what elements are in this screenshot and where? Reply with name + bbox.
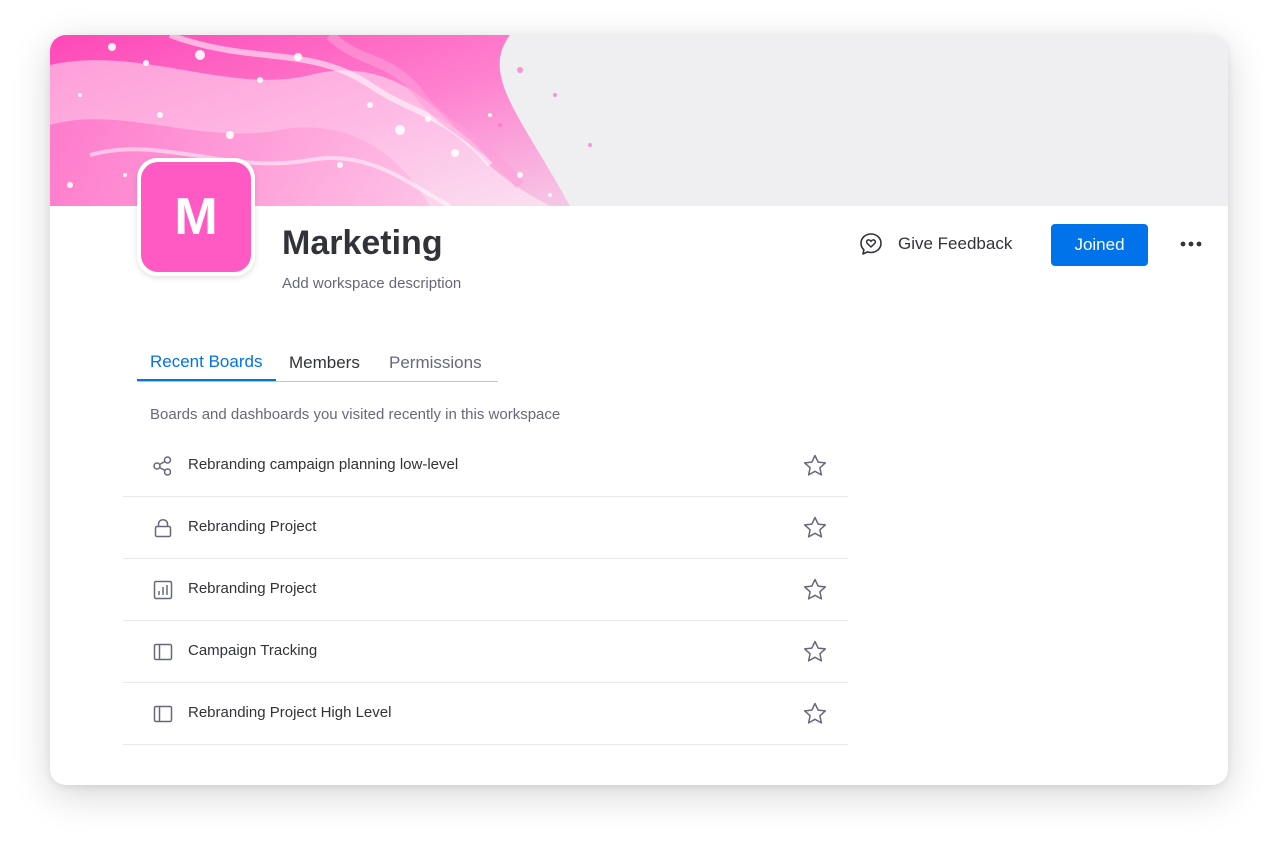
star-icon[interactable] <box>802 639 828 665</box>
board-row[interactable]: Rebranding Project High Level <box>123 683 848 745</box>
board-name: Rebranding Project <box>188 518 317 535</box>
dashboard-icon <box>152 579 174 601</box>
star-icon[interactable] <box>802 577 828 603</box>
tab-members[interactable]: Members <box>276 345 376 381</box>
recent-boards-list: Rebranding campaign planning low-level R… <box>123 435 848 745</box>
workspace-description[interactable]: Add workspace description <box>282 275 461 293</box>
star-icon[interactable] <box>802 453 828 479</box>
recent-boards-caption: Boards and dashboards you visited recent… <box>150 406 561 423</box>
board-row[interactable]: Campaign Tracking <box>123 621 848 683</box>
board-name: Rebranding campaign planning low-level <box>188 456 459 473</box>
workspace-avatar[interactable]: M <box>137 158 255 276</box>
board-name: Rebranding Project <box>188 580 317 597</box>
joined-button[interactable]: Joined <box>1051 224 1148 266</box>
give-feedback-label: Give Feedback <box>898 234 1013 253</box>
shareable-board-icon <box>152 455 174 477</box>
tab-permissions[interactable]: Permissions <box>376 345 498 381</box>
board-row[interactable]: Rebranding campaign planning low-level <box>123 435 848 497</box>
tab-recent-boards[interactable]: Recent Boards <box>137 345 276 381</box>
workspace-title[interactable]: Marketing <box>282 223 443 263</box>
board-row[interactable]: Rebranding Project <box>123 559 848 621</box>
more-dots-icon <box>1180 241 1202 247</box>
tab-permissions-label: Permissions <box>389 353 482 372</box>
board-icon <box>152 703 174 725</box>
workspace-window: M Marketing Add workspace description Gi… <box>50 35 1228 785</box>
more-options-button[interactable] <box>1176 234 1206 254</box>
board-row[interactable]: Rebranding Project <box>123 497 848 559</box>
star-icon[interactable] <box>802 515 828 541</box>
tab-members-label: Members <box>289 353 360 372</box>
heart-chat-icon <box>858 231 884 257</box>
board-icon <box>152 641 174 663</box>
tab-recent-boards-label: Recent Boards <box>150 352 263 371</box>
workspace-avatar-letter: M <box>141 162 251 272</box>
star-icon[interactable] <box>802 701 828 727</box>
private-board-icon <box>152 517 174 539</box>
board-name: Rebranding Project High Level <box>188 704 392 721</box>
board-name: Campaign Tracking <box>188 642 318 659</box>
workspace-tabs: Recent Boards Members Permissions <box>137 345 498 382</box>
give-feedback-button[interactable]: Give Feedback <box>858 231 1012 257</box>
